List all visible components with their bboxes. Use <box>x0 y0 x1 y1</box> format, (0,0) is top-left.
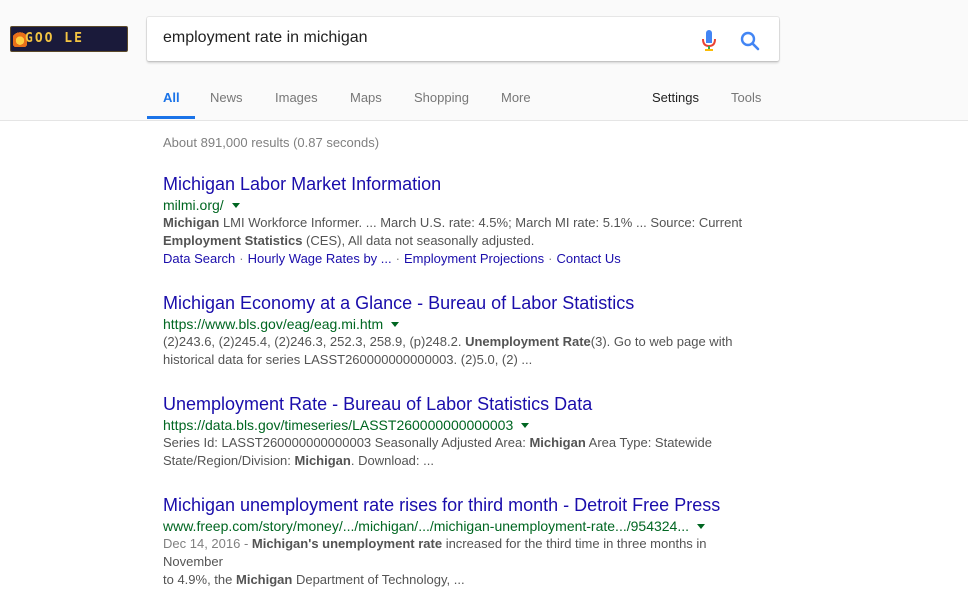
sitelinks: Data Search · Hourly Wage Rates by ... · Emp… <box>163 250 763 268</box>
search-result: Michigan Labor Market Information milmi.… <box>163 173 763 268</box>
snippet-text: State/Region/Division: <box>163 453 295 468</box>
active-tab-indicator <box>147 116 195 119</box>
search-tabs: All News Images Maps Shopping More Setti… <box>0 86 968 120</box>
microphone-icon[interactable] <box>702 30 716 52</box>
dropdown-caret-icon[interactable] <box>697 524 706 529</box>
sitelink-separator: · <box>239 251 244 266</box>
tab-maps[interactable]: Maps <box>350 90 382 105</box>
snippet-bold: Michigan <box>294 453 351 468</box>
snippet-bold: Employment Statistics <box>163 233 303 248</box>
result-snippet: (2)243.6, (2)245.4, (2)246.3, 252.3, 258… <box>163 333 763 369</box>
result-snippet: Michigan LMI Workforce Informer. ... Mar… <box>163 214 763 250</box>
result-url: milmi.org/ <box>163 196 763 214</box>
tab-images[interactable]: Images <box>275 90 318 105</box>
result-url-text: https://www.bls.gov/eag/eag.mi.htm <box>163 316 384 332</box>
tab-more[interactable]: More <box>501 90 531 105</box>
search-result: Michigan Economy at a Glance - Bureau of… <box>163 292 763 369</box>
snippet-text: (3). Go to web page with <box>590 334 733 349</box>
result-date: Dec 14, 2016 - <box>163 536 252 551</box>
snippet-text: Department of Technology, ... <box>292 572 465 587</box>
result-url-text: www.freep.com/story/money/.../michigan/.… <box>163 518 690 534</box>
result-url-text: https://data.bls.gov/timeseries/LASST260… <box>163 417 514 433</box>
search-icon[interactable] <box>740 31 760 51</box>
result-stats: About 891,000 results (0.87 seconds) <box>163 135 380 150</box>
sitelink-data-search[interactable]: Data Search <box>163 251 235 266</box>
sitelink-hourly-wage-rates[interactable]: Hourly Wage Rates by ... <box>248 251 392 266</box>
search-result: Unemployment Rate - Bureau of Labor Stat… <box>163 393 763 470</box>
header: GOO LE All News Images Maps Shopping Mor… <box>0 0 968 121</box>
sitelink-contact-us[interactable]: Contact Us <box>556 251 620 266</box>
google-doodle-logo[interactable]: GOO LE <box>10 26 128 52</box>
sitelink-separator: · <box>395 251 400 266</box>
logo-text: GOO LE <box>25 31 84 46</box>
snippet-text: to 4.9%, the <box>163 572 236 587</box>
result-url: www.freep.com/story/money/.../michigan/.… <box>163 517 763 535</box>
result-snippet: Series Id: LASST260000000000003 Seasonal… <box>163 434 763 470</box>
tab-news[interactable]: News <box>210 90 243 105</box>
snippet-text: historical data for series LASST26000000… <box>163 352 533 367</box>
snippet-bold: Michigan <box>236 572 293 587</box>
snippet-text: Series Id: LASST260000000000003 Seasonal… <box>163 435 530 450</box>
tab-tools[interactable]: Tools <box>731 90 761 105</box>
result-title-link[interactable]: Michigan Economy at a Glance - Bureau of… <box>163 292 763 314</box>
snippet-bold: Michigan's unemployment rate <box>251 536 443 551</box>
search-input[interactable] <box>163 29 683 47</box>
sitelink-employment-projections[interactable]: Employment Projections <box>404 251 544 266</box>
result-title-link[interactable]: Michigan unemployment rate rises for thi… <box>163 494 763 516</box>
snippet-text: (CES), All data not seasonally adjusted. <box>302 233 535 248</box>
search-box[interactable] <box>147 17 779 61</box>
snippet-text: Area Type: Statewide <box>585 435 713 450</box>
snippet-bold: Unemployment Rate <box>465 334 591 349</box>
result-snippet: Dec 14, 2016 - Michigan's unemployment r… <box>163 535 763 589</box>
result-title-link[interactable]: Unemployment Rate - Bureau of Labor Stat… <box>163 393 763 415</box>
dropdown-caret-icon[interactable] <box>391 322 400 327</box>
snippet-bold: Michigan <box>163 215 220 230</box>
result-url: https://data.bls.gov/timeseries/LASST260… <box>163 416 763 434</box>
snippet-bold: Michigan <box>529 435 586 450</box>
result-title-link[interactable]: Michigan Labor Market Information <box>163 173 763 195</box>
tab-all[interactable]: All <box>163 90 180 105</box>
snippet-text: (2)243.6, (2)245.4, (2)246.3, 252.3, 258… <box>163 334 466 349</box>
search-result: Michigan unemployment rate rises for thi… <box>163 494 763 589</box>
snippet-text: LMI Workforce Informer. ... March U.S. r… <box>219 215 743 230</box>
result-url: https://www.bls.gov/eag/eag.mi.htm <box>163 315 763 333</box>
tab-settings[interactable]: Settings <box>652 90 699 105</box>
tab-shopping[interactable]: Shopping <box>414 90 469 105</box>
dropdown-caret-icon[interactable] <box>231 203 240 208</box>
result-url-text: milmi.org/ <box>163 197 224 213</box>
dropdown-caret-icon[interactable] <box>521 423 530 428</box>
snippet-text: . Download: ... <box>350 453 434 468</box>
sitelink-separator: · <box>548 251 553 266</box>
